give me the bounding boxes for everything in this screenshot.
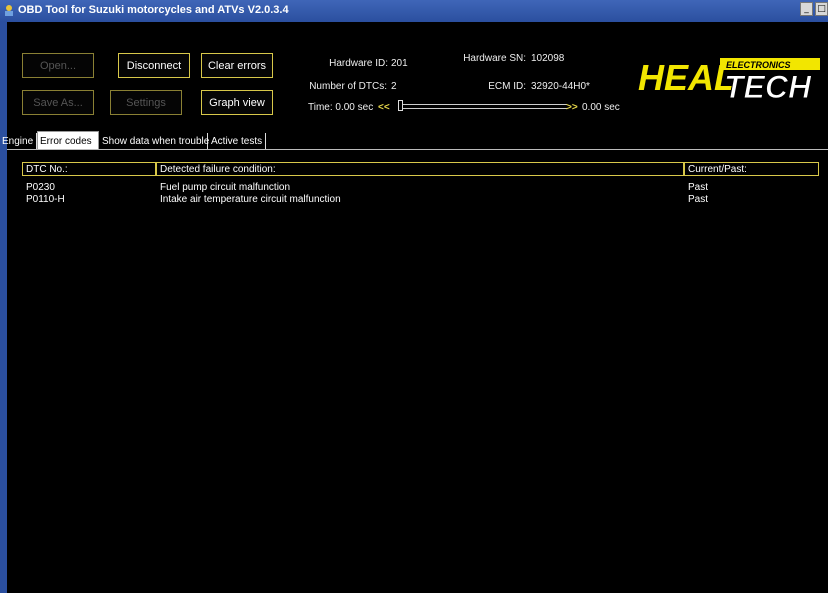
window-controls: _ □ xyxy=(798,2,828,19)
dtc-count-value: 2 xyxy=(391,81,397,92)
failure-condition: Fuel pump circuit malfunction xyxy=(160,182,291,193)
ecm-id-label: ECM ID: xyxy=(488,81,526,92)
tab-error-codes[interactable]: Error codes xyxy=(37,131,99,150)
hardware-id-value: 201 xyxy=(391,58,408,69)
failure-condition: Intake air temperature circuit malfuncti… xyxy=(160,194,341,205)
tab-strip: Engine Error codes Show data when troubl… xyxy=(2,131,828,150)
time-end-label: 0.00 sec xyxy=(582,102,620,113)
maximize-button[interactable]: □ xyxy=(815,2,828,16)
graph-view-button[interactable]: Graph view xyxy=(201,90,273,115)
tab-active-tests[interactable]: Active tests xyxy=(209,133,266,150)
time-label: Time: 0.00 sec xyxy=(308,102,374,113)
tab-engine[interactable]: Engine xyxy=(0,133,37,150)
hardware-sn-label: Hardware SN: xyxy=(463,53,526,64)
header-failure-condition[interactable]: Detected failure condition: xyxy=(156,162,684,176)
app-icon xyxy=(5,5,13,16)
forward-button[interactable]: >> xyxy=(566,102,578,113)
hardware-id-label: Hardware ID: xyxy=(329,58,388,69)
tab-divider xyxy=(7,149,828,150)
dtc-code: P0110-H xyxy=(26,194,65,205)
current-past-status: Past xyxy=(688,194,709,205)
settings-button[interactable]: Settings xyxy=(110,90,182,115)
logo-text-right: TECH xyxy=(724,69,812,105)
save-as-button[interactable]: Save As... xyxy=(22,90,94,115)
ecm-id-value: 32920-44H0* xyxy=(531,81,590,92)
title-bar: OBD Tool for Suzuki motorcycles and ATVs… xyxy=(0,0,828,22)
current-past-status: Past xyxy=(688,182,709,193)
minimize-icon: _ xyxy=(804,4,809,14)
maximize-icon: □ xyxy=(817,4,826,14)
disconnect-button[interactable]: Disconnect xyxy=(118,53,190,78)
dtc-count-label: Number of DTCs: xyxy=(309,81,387,92)
window-title: OBD Tool for Suzuki motorcycles and ATVs… xyxy=(18,4,289,16)
hardware-sn-value: 102098 xyxy=(531,53,565,64)
rewind-button[interactable]: << xyxy=(378,102,390,113)
time-slider-track[interactable] xyxy=(402,104,567,109)
tab-show-data-when-trouble[interactable]: Show data when trouble xyxy=(100,133,209,150)
header-current-past[interactable]: Current/Past: xyxy=(684,162,819,176)
open-button[interactable]: Open... xyxy=(22,53,94,78)
healtech-logo: HEAL ELECTRONICS TECH xyxy=(638,57,820,106)
header-dtc-no[interactable]: DTC No.: xyxy=(22,162,156,176)
time-slider-thumb[interactable] xyxy=(398,100,403,111)
clear-errors-button[interactable]: Clear errors xyxy=(201,53,273,78)
minimize-button[interactable]: _ xyxy=(800,2,813,16)
window-frame-left xyxy=(0,22,7,593)
dtc-code: P0230 xyxy=(26,182,55,193)
app-body: Open... Disconnect Clear errors Save As.… xyxy=(0,22,828,593)
